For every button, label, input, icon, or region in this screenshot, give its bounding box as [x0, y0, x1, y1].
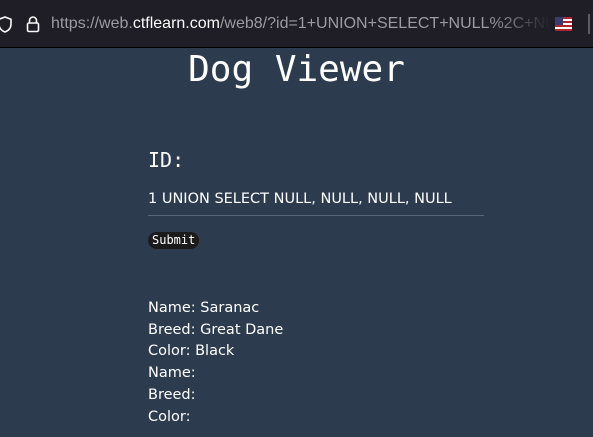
id-label: ID:: [148, 148, 185, 172]
id-input[interactable]: [148, 182, 484, 216]
result-line: Color:: [148, 408, 191, 425]
result-line: Name:: [148, 365, 196, 382]
result-line: Color: Black: [148, 343, 235, 360]
result-line: Breed:: [148, 386, 196, 403]
result-line: Name: Saranac: [148, 300, 260, 316]
results-list: Name: Saranac Breed: Great Dane Color: B…: [148, 298, 283, 428]
page-title: Dog Viewer: [188, 49, 405, 90]
submit-button[interactable]: Submit: [148, 232, 200, 249]
url-text[interactable]: https://web.ctflearn.com/web8/?id=1+UNIO…: [51, 13, 551, 35]
url-domain: ctflearn.com: [132, 15, 220, 32]
url-prefix: https://web.: [51, 15, 133, 32]
result-line: Breed: Great Dane: [148, 321, 284, 338]
toolbar-edge: [588, 14, 590, 34]
url-path: /web8/?id=1+UNION+SELECT+NULL%2C+NULL: [219, 15, 551, 32]
url-bar[interactable]: https://web.ctflearn.com/web8/?id=1+UNIO…: [0, 0, 593, 48]
